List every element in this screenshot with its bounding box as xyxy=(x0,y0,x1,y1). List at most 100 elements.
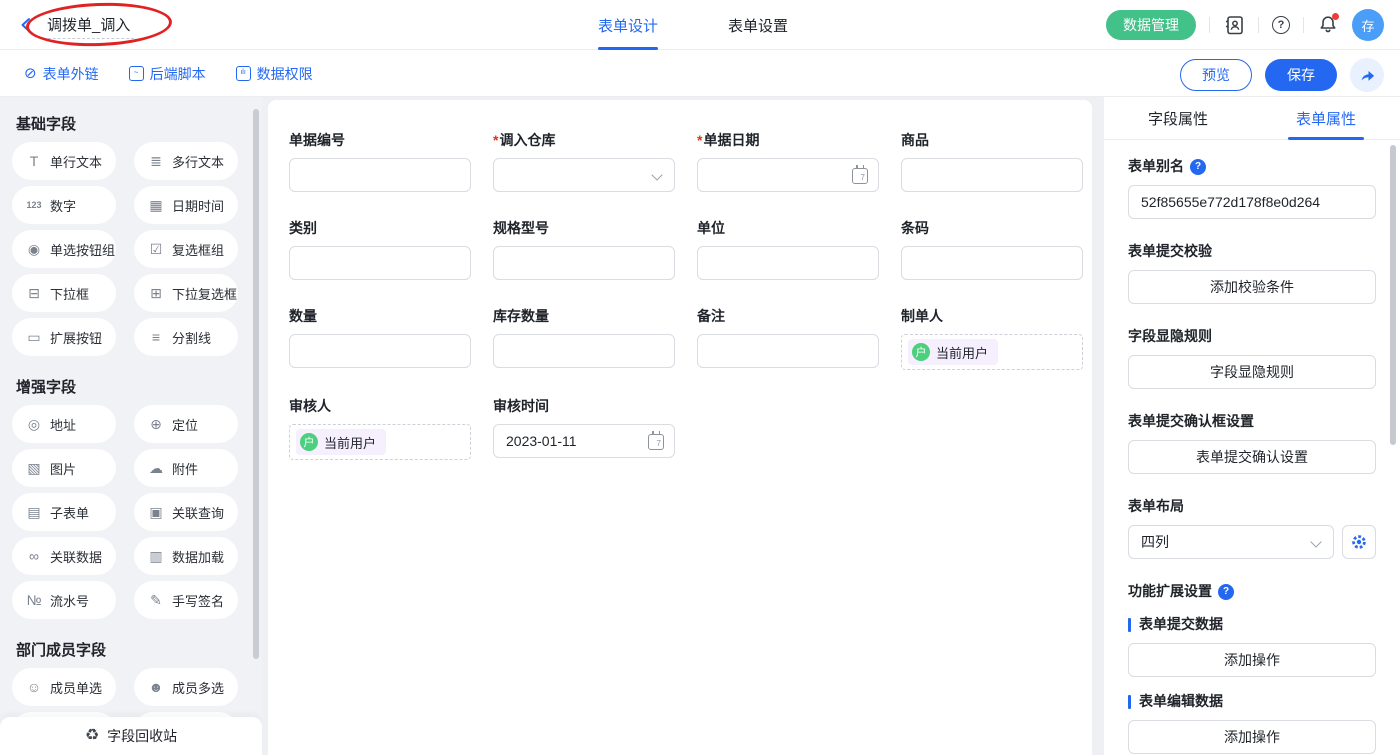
field-label: 备注 xyxy=(697,308,879,325)
spec-model-input[interactable] xyxy=(493,246,675,280)
field-pill-linked-query[interactable]: ▣关联查询 xyxy=(134,493,238,531)
extend-button-icon: ▭ xyxy=(25,330,43,344)
remark-input[interactable] xyxy=(697,334,879,368)
stock-quantity-input[interactable] xyxy=(493,334,675,368)
field-visibility-button[interactable]: 字段显隐规则 xyxy=(1128,355,1376,389)
field-pill-signature[interactable]: ✎手写签名 xyxy=(134,581,238,619)
form-field-document-number[interactable]: 单据编号 xyxy=(289,132,471,192)
back-button[interactable] xyxy=(18,16,36,34)
document-number-input[interactable] xyxy=(289,158,471,192)
field-pill-member-multi[interactable]: ☻成员多选 xyxy=(134,668,238,706)
form-field-creator[interactable]: 制单人 户 当前用户 xyxy=(901,308,1083,370)
pill-label: 子表单 xyxy=(50,503,89,522)
field-label: 单据编号 xyxy=(289,132,471,149)
category-input[interactable] xyxy=(289,246,471,280)
target-warehouse-select[interactable] xyxy=(493,158,675,192)
field-label: 数量 xyxy=(289,308,471,325)
form-field-category[interactable]: 类别 xyxy=(289,220,471,280)
current-user-label: 当前用户 xyxy=(324,433,376,452)
form-layout-select[interactable]: 四列 xyxy=(1128,525,1334,559)
field-pill-radio-group[interactable]: ◉单选按钮组 xyxy=(12,230,116,268)
notifications-button[interactable] xyxy=(1317,14,1339,36)
help-icon[interactable]: ? xyxy=(1190,159,1206,175)
form-field-target-warehouse[interactable]: *调入仓库 xyxy=(493,132,675,192)
submit-confirm-button[interactable]: 表单提交确认设置 xyxy=(1128,440,1376,474)
backend-script-button[interactable]: ~ 后端脚本 xyxy=(129,64,206,84)
form-field-barcode[interactable]: 条码 xyxy=(901,220,1083,280)
gear-icon xyxy=(1350,533,1368,551)
creator-user-picker[interactable]: 户 当前用户 xyxy=(901,334,1083,370)
signature-icon: ✎ xyxy=(147,593,165,607)
form-field-review-time[interactable]: 审核时间 2023-01-11 7 xyxy=(493,398,675,460)
form-field-stock-quantity[interactable]: 库存数量 xyxy=(493,308,675,370)
required-asterisk: * xyxy=(697,132,702,149)
field-pill-serial-number[interactable]: №流水号 xyxy=(12,581,116,619)
submit-confirm-label: 表单提交确认框设置 xyxy=(1128,413,1376,430)
barcode-input[interactable] xyxy=(901,246,1083,280)
edit-data-group-label: 表单编辑数据 xyxy=(1128,693,1376,710)
group-marker xyxy=(1128,695,1131,709)
field-pill-extend-button[interactable]: ▭扩展按钮 xyxy=(12,318,116,356)
field-pill-multi-line-text[interactable]: ≣多行文本 xyxy=(134,142,238,180)
field-pill-address[interactable]: ◎地址 xyxy=(12,405,116,443)
field-pill-member-single[interactable]: ☺成员单选 xyxy=(12,668,116,706)
field-recycle-bin[interactable]: ♻ 字段回收站 xyxy=(0,717,262,755)
avatar[interactable]: 存 xyxy=(1352,9,1384,41)
form-field-reviewer[interactable]: 审核人 户 当前用户 xyxy=(289,398,471,460)
product-input[interactable] xyxy=(901,158,1083,192)
help-button[interactable]: ? xyxy=(1272,16,1290,34)
data-permission-icon: ılı xyxy=(236,66,251,81)
field-pill-divider-line[interactable]: ≡分割线 xyxy=(134,318,238,356)
field-pill-datetime[interactable]: ▦日期时间 xyxy=(134,186,238,224)
data-manage-button[interactable]: 数据管理 xyxy=(1106,10,1196,40)
field-pill-data-load[interactable]: ▥数据加载 xyxy=(134,537,238,575)
field-pill-locate[interactable]: ⊕定位 xyxy=(134,405,238,443)
form-field-remark[interactable]: 备注 xyxy=(697,308,879,370)
field-pill-linked-data[interactable]: ∞关联数据 xyxy=(12,537,116,575)
data-load-icon: ▥ xyxy=(147,549,165,563)
document-date-input[interactable]: 7 xyxy=(697,158,879,192)
quantity-input[interactable] xyxy=(289,334,471,368)
field-pill-subform[interactable]: ▤子表单 xyxy=(12,493,116,531)
form-canvas[interactable]: 单据编号 *调入仓库 *单据日期 7 商品 类别 xyxy=(268,100,1092,755)
field-label: 单位 xyxy=(697,220,879,237)
field-label: *单据日期 xyxy=(697,132,879,149)
edit-data-add-action-button[interactable]: 添加操作 xyxy=(1128,720,1376,754)
field-pill-image[interactable]: ▧图片 xyxy=(12,449,116,487)
tab-form-design[interactable]: 表单设计 xyxy=(598,0,658,50)
data-permission-button[interactable]: ılı 数据权限 xyxy=(236,64,313,84)
properties-scrollbar[interactable] xyxy=(1390,145,1396,445)
tab-field-properties[interactable]: 字段属性 xyxy=(1104,97,1252,139)
reviewer-user-picker[interactable]: 户 当前用户 xyxy=(289,424,471,460)
contacts-button[interactable] xyxy=(1223,14,1245,36)
form-alias-input[interactable] xyxy=(1128,185,1376,219)
field-pill-single-line-text[interactable]: T单行文本 xyxy=(12,142,116,180)
review-time-input[interactable]: 2023-01-11 7 xyxy=(493,424,675,458)
tab-form-properties[interactable]: 表单属性 xyxy=(1252,97,1400,139)
form-field-quantity[interactable]: 数量 xyxy=(289,308,471,370)
field-pill-select[interactable]: ⊟下拉框 xyxy=(12,274,116,312)
field-pill-number[interactable]: 123数字 xyxy=(12,186,116,224)
help-icon[interactable]: ? xyxy=(1218,584,1234,600)
field-pill-multi-select[interactable]: ⊞下拉复选框 xyxy=(134,274,238,312)
sidebar-scrollbar[interactable] xyxy=(253,109,259,659)
unit-input[interactable] xyxy=(697,246,879,280)
field-pill-attachment[interactable]: ☁附件 xyxy=(134,449,238,487)
tab-form-settings[interactable]: 表单设置 xyxy=(728,0,788,50)
page-title[interactable]: 调拨单_调入 xyxy=(43,12,134,39)
form-field-document-date[interactable]: *单据日期 7 xyxy=(697,132,879,192)
save-button[interactable]: 保存 xyxy=(1265,59,1337,91)
select-icon: ⊟ xyxy=(25,286,43,300)
add-validation-button[interactable]: 添加校验条件 xyxy=(1128,270,1376,304)
layout-settings-button[interactable] xyxy=(1342,525,1376,559)
group-marker xyxy=(1128,618,1131,632)
form-field-product[interactable]: 商品 xyxy=(901,132,1083,192)
preview-button[interactable]: 预览 xyxy=(1180,59,1252,91)
calendar-icon: 7 xyxy=(852,168,868,184)
submit-data-add-action-button[interactable]: 添加操作 xyxy=(1128,643,1376,677)
form-field-unit[interactable]: 单位 xyxy=(697,220,879,280)
external-link-button[interactable]: ⊘ 表单外链 xyxy=(24,64,99,84)
form-field-spec-model[interactable]: 规格型号 xyxy=(493,220,675,280)
share-button[interactable] xyxy=(1350,58,1384,92)
field-pill-checkbox-group[interactable]: ☑复选框组 xyxy=(134,230,238,268)
